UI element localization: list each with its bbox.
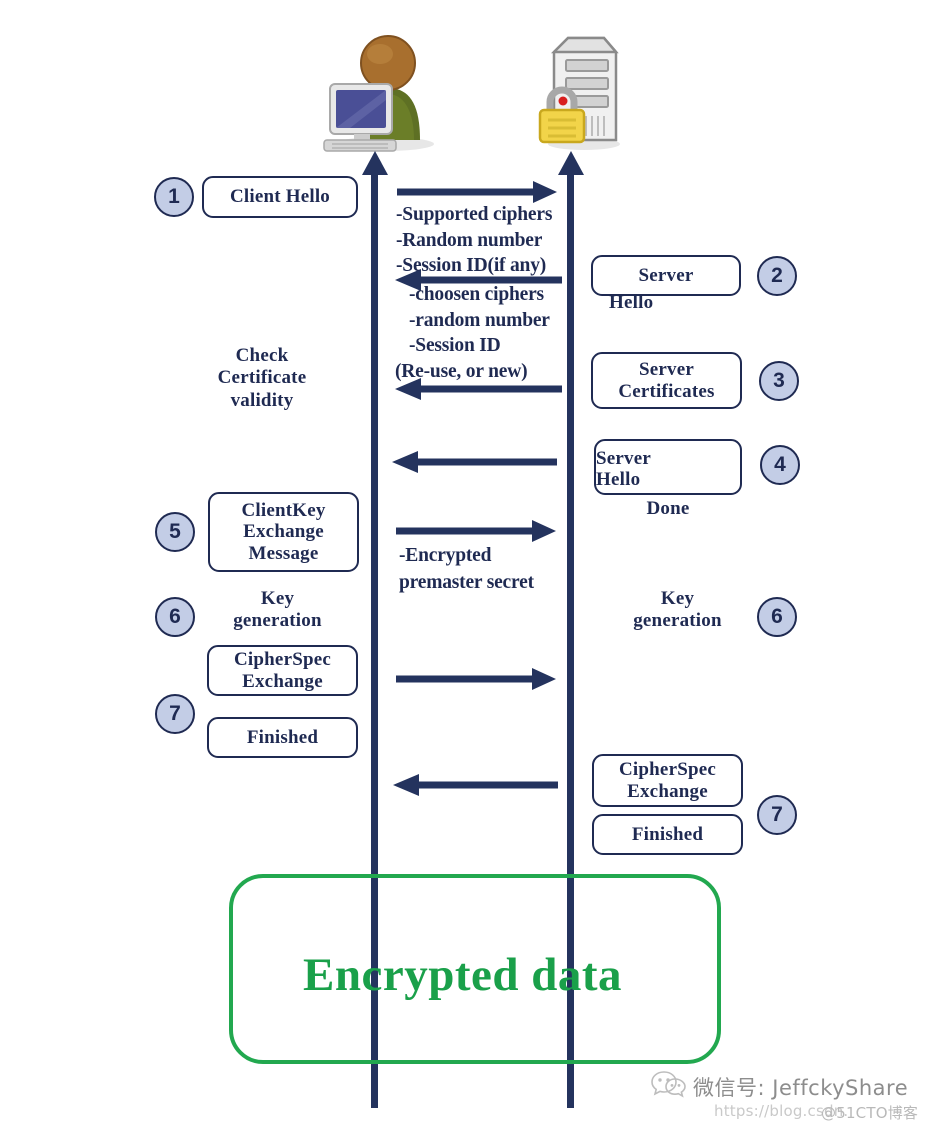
server-hello-done-overflow-label: Done <box>646 498 690 519</box>
client-cipherspec-arrow <box>396 668 556 690</box>
step-circle-4: 4 <box>760 445 800 485</box>
check-cert-line-2: Certificate <box>217 367 307 389</box>
step-circle-6-server: 6 <box>757 597 797 637</box>
server-hello-done-arrow <box>392 451 557 473</box>
key-gen-client-line-1: Key <box>260 588 295 609</box>
client-key-exchange-arrow <box>396 520 556 542</box>
encrypted-data-label: Encrypted data <box>303 949 623 1001</box>
client-hello-box: Client Hello <box>202 176 358 218</box>
watermark-main-text: 微信号: JeffckyShare <box>693 1076 909 1100</box>
check-certificate-validity-note: Check Certificate validity <box>172 345 352 412</box>
client-key-detail-2: premaster secret <box>399 571 534 593</box>
server-cipherspec-exchange-box: CipherSpec Exchange <box>592 754 743 807</box>
server-hello-overflow-label: Hello <box>609 292 654 313</box>
client-hello-detail-2: -Random number <box>396 229 543 251</box>
server-finished-box: Finished <box>592 814 743 855</box>
step-circle-7-client: 7 <box>155 694 195 734</box>
step-circle-1: 1 <box>154 177 194 217</box>
server-certificates-arrow <box>395 378 562 400</box>
client-cipherspec-line-1: CipherSpec <box>234 649 331 671</box>
server-cipherspec-line-2: Exchange <box>627 780 708 802</box>
clientkey-line-1: ClientKey <box>241 500 326 522</box>
watermark-wechat-id: 微信号: JeffckyShare <box>693 1072 908 1102</box>
client-computer-user-icon <box>322 28 444 153</box>
client-hello-arrow <box>397 181 557 203</box>
server-hello-line-1: Server <box>638 265 694 286</box>
server-tower-padlock-icon <box>528 28 634 153</box>
client-key-detail-1: -Encrypted <box>399 545 492 566</box>
server-hello-details: -choosen ciphers -random number -Session… <box>395 284 550 381</box>
server-hello-detail-1: -choosen ciphers <box>409 284 544 305</box>
client-hello-details: -Supported ciphers -Random number -Sessi… <box>396 205 552 276</box>
step-circle-5: 5 <box>155 512 195 552</box>
server-hello-box: Server <box>591 255 741 296</box>
server-hello-detail-2: -random number <box>409 309 550 331</box>
key-generation-note-server: Key generation <box>605 588 750 633</box>
client-cipherspec-line-2: Exchange <box>242 670 323 692</box>
step-circle-2: 2 <box>757 256 797 296</box>
server-cipherspec-arrow <box>393 774 558 796</box>
clientkey-exchange-box: ClientKey Exchange Message <box>208 492 359 572</box>
client-hello-detail-3: -Session ID(if any) <box>396 255 547 276</box>
step-circle-6-client: 6 <box>155 597 195 637</box>
key-gen-client-line-2: generation <box>233 610 322 632</box>
key-generation-note-client: Key generation <box>205 588 350 633</box>
server-hello-done-box: Server Hello <box>594 439 742 495</box>
check-cert-line-1: Check <box>235 345 289 366</box>
server-hello-detail-3: -Session ID <box>409 335 501 356</box>
server-cert-line-2: Certificates <box>618 380 715 402</box>
server-hello-done-line-2: Hello <box>596 469 641 490</box>
wechat-logo-icon <box>651 1069 687 1104</box>
clientkey-line-3: Message <box>248 542 319 564</box>
key-gen-server-line-1: Key <box>660 588 695 609</box>
client-finished-box: Finished <box>207 717 358 758</box>
client-hello-detail-1: -Supported ciphers <box>396 204 553 225</box>
server-cipherspec-line-1: CipherSpec <box>619 759 716 781</box>
server-hello-done-line-1: Server <box>596 447 651 469</box>
tls-handshake-diagram: 1 Client Hello Check Certificate validit… <box>0 0 940 1130</box>
server-certificates-box: Server Certificates <box>591 352 742 409</box>
client-cipherspec-exchange-box: CipherSpec Exchange <box>207 645 358 696</box>
key-gen-server-line-2: generation <box>633 610 722 632</box>
check-cert-line-3: validity <box>230 389 294 411</box>
step-circle-7-server: 7 <box>757 795 797 835</box>
watermark-51cto-text: @51CTO博客 <box>821 1104 919 1122</box>
client-lifeline-arrowhead <box>362 151 388 180</box>
client-key-exchange-details: -Encrypted premaster secret <box>399 546 534 592</box>
server-lifeline-arrowhead <box>558 151 584 180</box>
clientkey-line-2: Exchange <box>243 521 324 543</box>
server-cert-line-1: Server <box>639 359 694 381</box>
step-circle-3: 3 <box>759 361 799 401</box>
server-hello-detail-4: (Re-use, or new) <box>395 360 528 382</box>
